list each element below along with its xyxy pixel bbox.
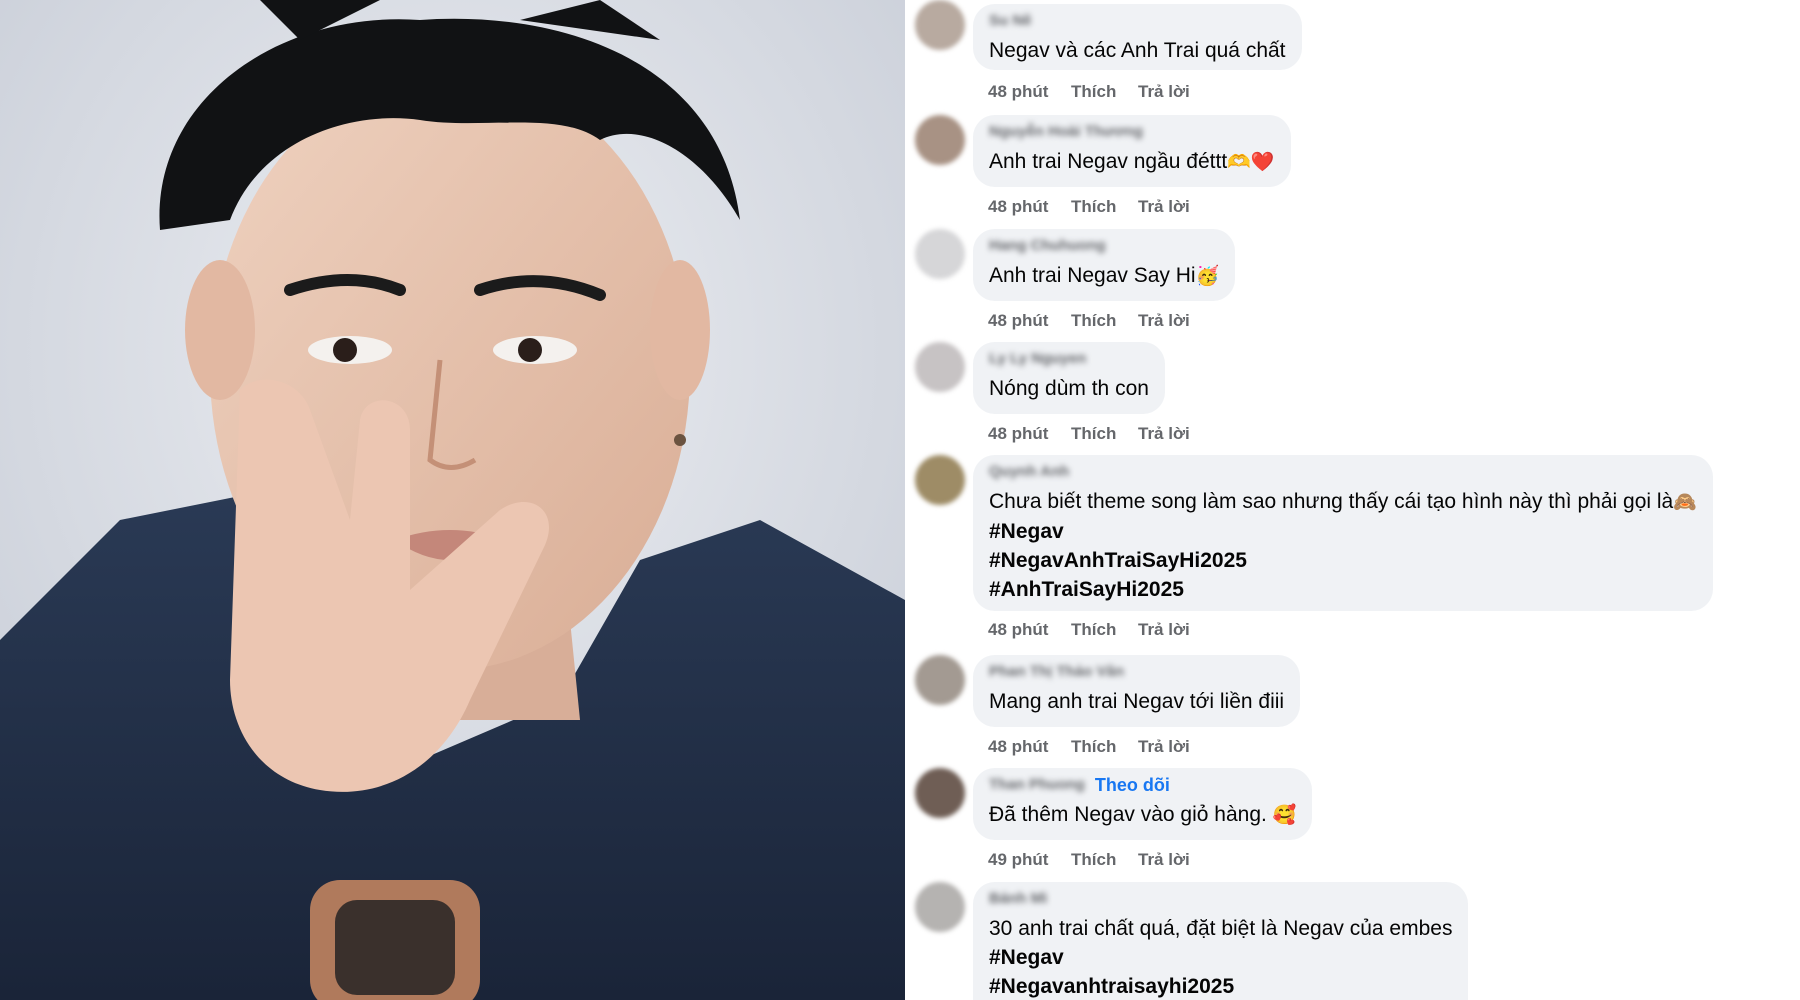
comment-bubble: Hang Chuhuong Anh trai Negav Say Hi🥳: [973, 229, 1236, 301]
comments-panel: Su Nê Negav và các Anh Trai quá chất 48 …: [905, 0, 1800, 1000]
avatar[interactable]: [915, 115, 965, 165]
author-name[interactable]: Ly Ly Nguyen: [989, 350, 1149, 368]
follow-button[interactable]: Theo dõi: [1095, 776, 1170, 794]
comment-time[interactable]: 48 phút: [988, 197, 1071, 217]
like-button[interactable]: Thích: [1071, 82, 1138, 102]
reply-button[interactable]: Trả lời: [1138, 82, 1190, 102]
comment-text: Anh trai Negav ngầu đéttt🫶❤️: [989, 147, 1275, 177]
hashtag-link[interactable]: #NegavAnhTraiSayHi2025: [989, 546, 1697, 575]
avatar[interactable]: [915, 229, 965, 279]
avatar[interactable]: [915, 0, 965, 50]
author-name[interactable]: Nguyễn Hoài Thương: [989, 123, 1275, 141]
hashtag-link[interactable]: #Negav: [989, 943, 1452, 972]
comment-text: Nóng dùm th con: [989, 377, 1149, 400]
like-button[interactable]: Thích: [1071, 737, 1138, 757]
emoji-icon: 🫶❤️: [1227, 151, 1275, 173]
comment-time[interactable]: 48 phút: [988, 424, 1071, 444]
comment-time[interactable]: 48 phút: [988, 82, 1071, 102]
comment-actions: 48 phút Thích Trả lời: [988, 82, 1190, 102]
reply-button[interactable]: Trả lời: [1138, 620, 1190, 640]
author-name[interactable]: Bánh Mì: [989, 890, 1452, 908]
avatar[interactable]: [915, 455, 965, 505]
comment-bubble: Bánh Mì 30 anh trai chất quá, đặt biệt l…: [973, 882, 1469, 1000]
like-button[interactable]: Thích: [1071, 197, 1138, 217]
emoji-icon: 🥰: [1272, 804, 1297, 826]
comment-bubble: Ly Ly Nguyen Nóng dùm th con: [973, 342, 1165, 414]
comment-time[interactable]: 48 phút: [988, 737, 1071, 757]
emoji-icon: 🙈: [1673, 491, 1697, 513]
comment-text: Anh trai Negav Say Hi🥳: [989, 261, 1219, 291]
comment-actions: 48 phút Thích Trả lời: [988, 197, 1190, 217]
comment-bubble: Than Phuong Theo dõi Đã thêm Negav vào g…: [973, 768, 1313, 840]
comment-bubble: Quynh Anh Chưa biết theme song làm sao n…: [973, 455, 1713, 611]
author-name[interactable]: Su Nê: [989, 12, 1286, 30]
like-button[interactable]: Thích: [1071, 620, 1138, 640]
avatar[interactable]: [915, 768, 965, 818]
comment-actions: 49 phút Thích Trả lời: [988, 850, 1190, 870]
author-name[interactable]: Hang Chuhuong: [989, 237, 1219, 255]
comment-bubble: Su Nê Negav và các Anh Trai quá chất: [973, 4, 1302, 70]
avatar[interactable]: [915, 655, 965, 705]
comment-time[interactable]: 49 phút: [988, 850, 1071, 870]
reply-button[interactable]: Trả lời: [1138, 850, 1190, 870]
comment-actions: 48 phút Thích Trả lời: [988, 737, 1190, 757]
hashtag-link[interactable]: #AnhTraiSayHi2025: [989, 575, 1697, 604]
author-row: Than Phuong Theo dõi: [989, 776, 1296, 794]
comment-actions: 48 phút Thích Trả lời: [988, 620, 1190, 640]
comment-bubble: Phan Thị Thảo Vân Mang anh trai Negav tớ…: [973, 655, 1301, 727]
comment-text: Đã thêm Negav vào giỏ hàng. 🥰: [989, 800, 1296, 830]
like-button[interactable]: Thích: [1071, 850, 1138, 870]
reply-button[interactable]: Trả lời: [1138, 197, 1190, 217]
reply-button[interactable]: Trả lời: [1138, 424, 1190, 444]
comment-bubble: Nguyễn Hoài Thương Anh trai Negav ngầu đ…: [973, 115, 1291, 187]
comment-text: Mang anh trai Negav tới liền điii: [989, 690, 1285, 713]
hashtag-link[interactable]: #Negavanhtraisayhi2025: [989, 972, 1452, 1000]
avatar[interactable]: [915, 882, 965, 932]
like-button[interactable]: Thích: [1071, 424, 1138, 444]
author-name[interactable]: Phan Thị Thảo Vân: [989, 663, 1284, 681]
hashtag-link[interactable]: #Negav: [989, 517, 1697, 546]
reply-button[interactable]: Trả lời: [1138, 311, 1190, 331]
comment-time[interactable]: 48 phút: [988, 311, 1071, 331]
portrait-illustration: [0, 0, 905, 1000]
comment-actions: 48 phút Thích Trả lời: [988, 424, 1190, 444]
author-name[interactable]: Than Phuong: [989, 776, 1085, 794]
comment-text: Chưa biết theme song làm sao nhưng thấy …: [989, 487, 1697, 517]
portrait-photo: [0, 0, 905, 1000]
avatar[interactable]: [915, 342, 965, 392]
comment-text: Negav và các Anh Trai quá chất: [989, 39, 1286, 62]
reply-button[interactable]: Trả lời: [1138, 737, 1190, 757]
like-button[interactable]: Thích: [1071, 311, 1138, 331]
emoji-icon: 🥳: [1195, 265, 1220, 287]
comment-time[interactable]: 48 phút: [988, 620, 1071, 640]
comment-text: 30 anh trai chất quá, đặt biệt là Negav …: [989, 917, 1453, 940]
author-name[interactable]: Quynh Anh: [989, 463, 1697, 481]
comment-actions: 48 phút Thích Trả lời: [988, 311, 1190, 331]
